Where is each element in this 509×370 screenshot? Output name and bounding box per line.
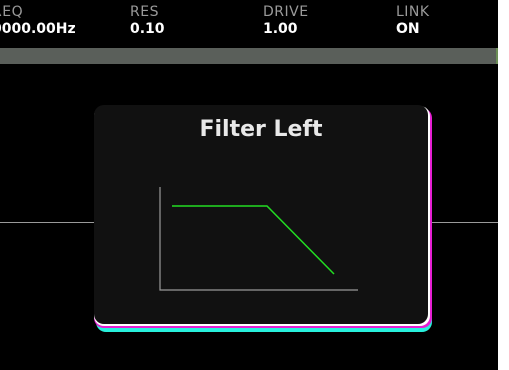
- lowpass-filter-curve-icon: [172, 205, 335, 275]
- param-res-value: 0.10: [130, 21, 165, 37]
- param-res-label: RES: [130, 4, 159, 20]
- graph-axes: [159, 187, 358, 291]
- param-link-label: LINK: [396, 4, 430, 20]
- param-link[interactable]: LINK ON: [396, 4, 430, 38]
- param-res[interactable]: RES 0.10: [130, 4, 165, 38]
- param-freq[interactable]: REQ 0000.00Hz: [0, 4, 76, 38]
- value-progress-edge: [496, 48, 498, 64]
- param-drive-label: DRIVE: [263, 4, 309, 20]
- value-progress-fill: [0, 48, 498, 64]
- filter-graph: [159, 187, 358, 291]
- signal-line-left: [0, 222, 94, 223]
- right-border: [498, 0, 509, 370]
- param-drive[interactable]: DRIVE 1.00: [263, 4, 309, 38]
- param-freq-label: REQ: [0, 4, 24, 20]
- param-freq-value: 0000.00Hz: [0, 21, 76, 37]
- parameter-bar: REQ 0000.00Hz RES 0.10 DRIVE 1.00 LINK O…: [0, 0, 498, 48]
- value-progress-bar: [0, 48, 498, 64]
- param-link-value: ON: [396, 21, 420, 37]
- param-drive-value: 1.00: [263, 21, 298, 37]
- filter-panel[interactable]: Filter Left: [94, 105, 428, 324]
- signal-line-right: [430, 222, 498, 223]
